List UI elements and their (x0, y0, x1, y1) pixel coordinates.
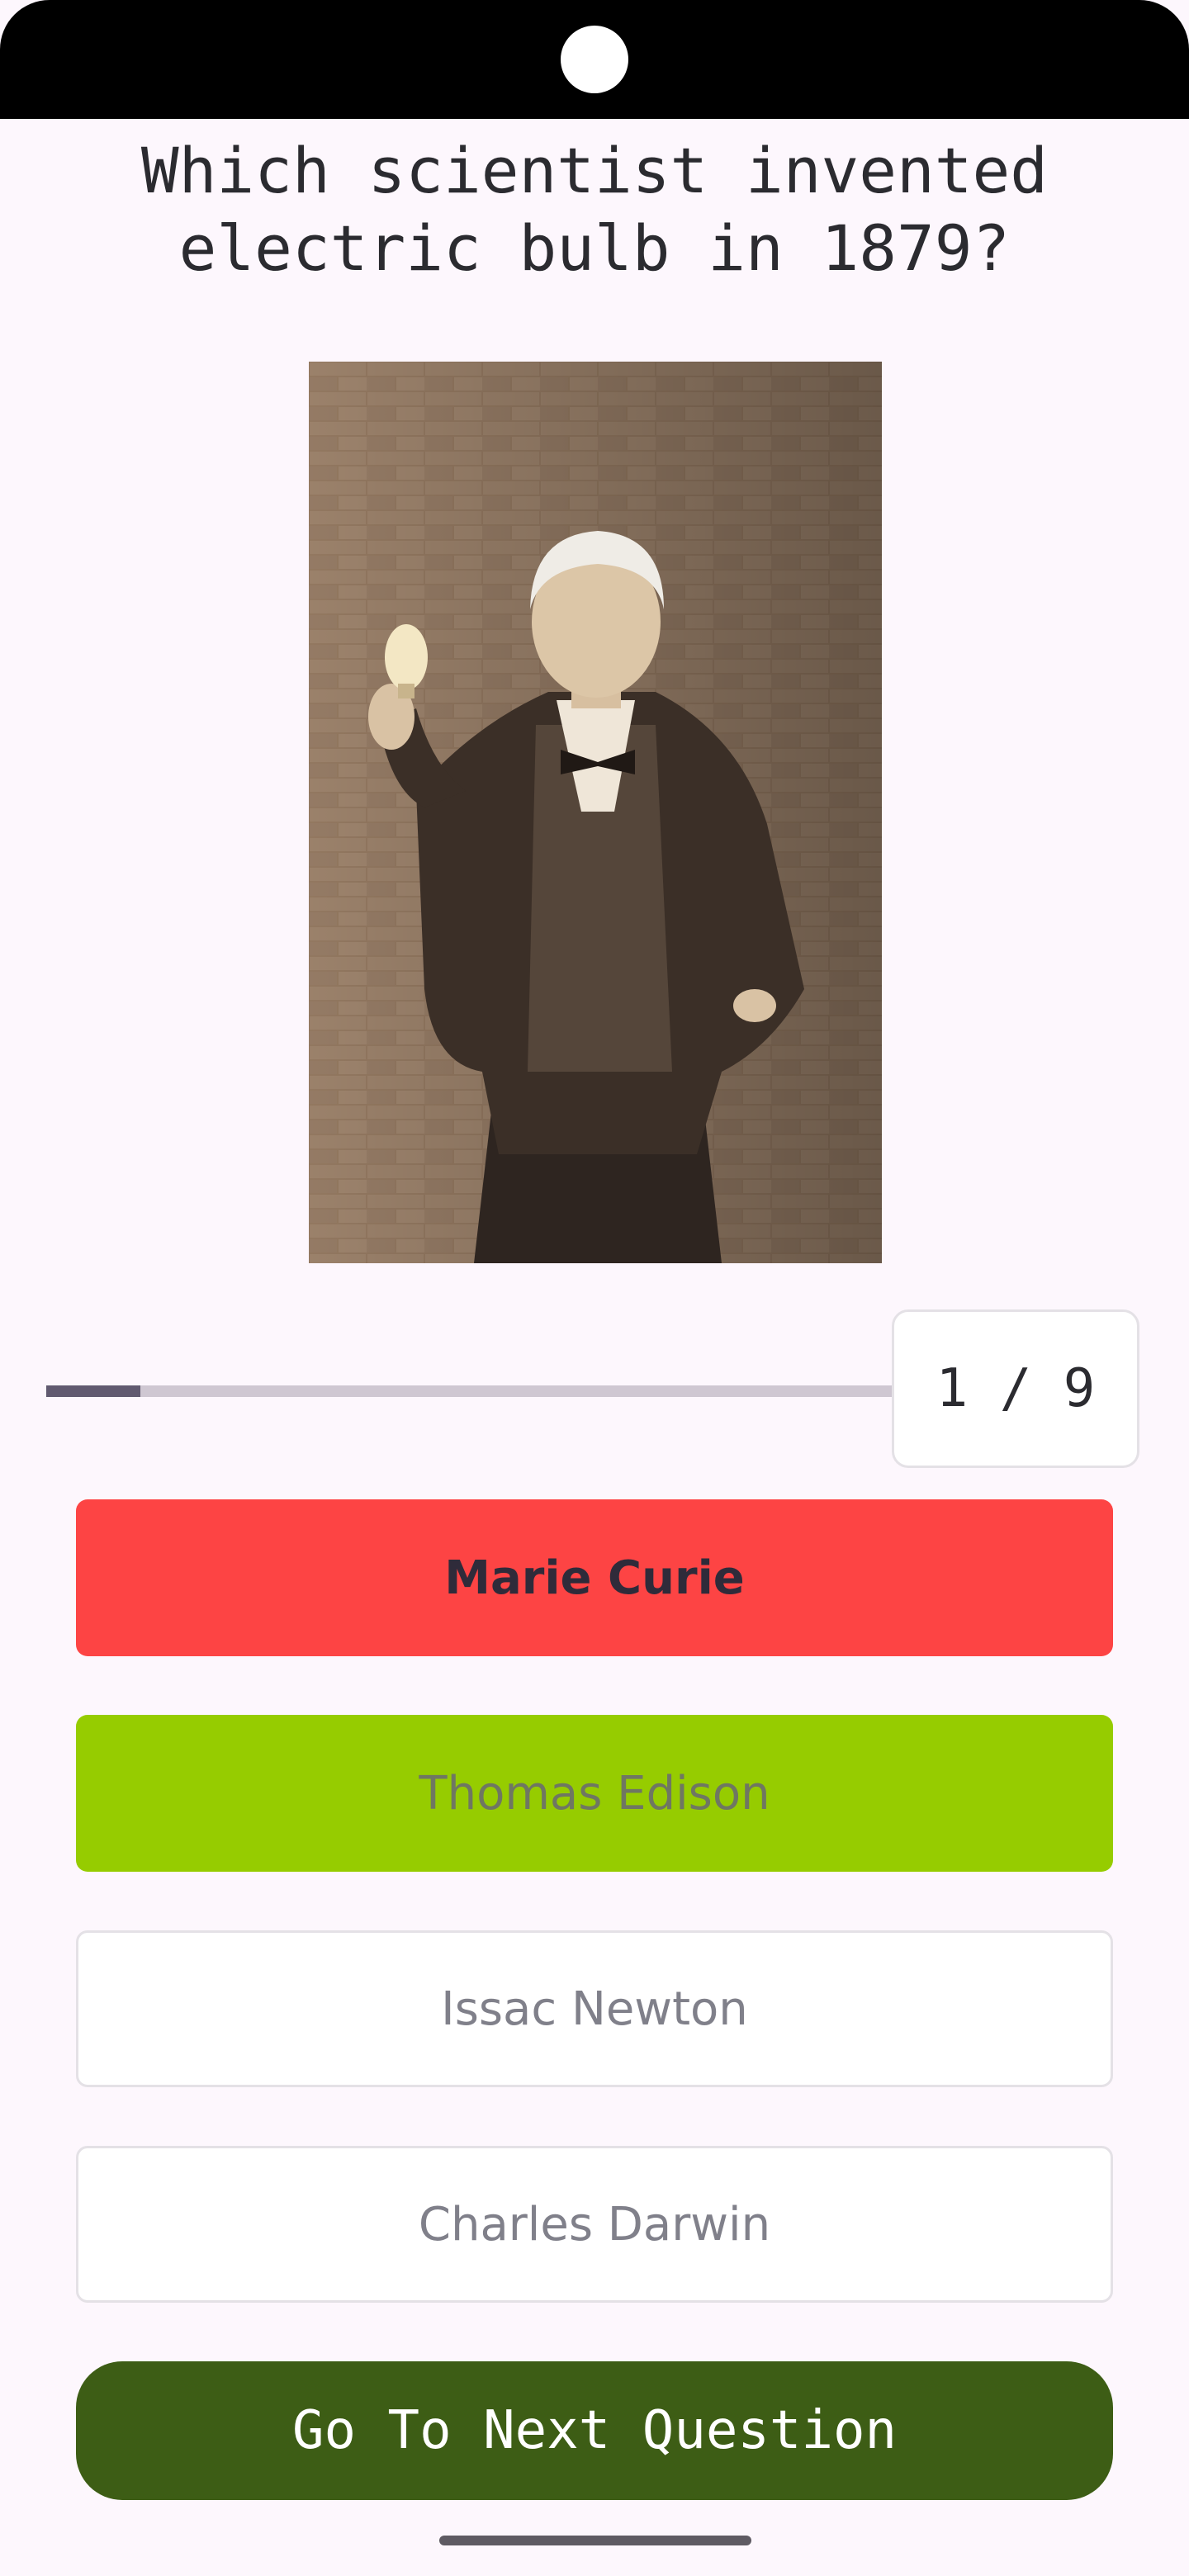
answer-option-marie-curie[interactable]: Marie Curie (76, 1499, 1113, 1656)
answer-option-thomas-edison[interactable]: Thomas Edison (76, 1715, 1113, 1872)
question-counter: 1 / 9 (892, 1309, 1139, 1468)
scientist-portrait-image (309, 362, 882, 1263)
answer-option-issac-newton[interactable]: Issac Newton (76, 1930, 1113, 2087)
answer-option-charles-darwin[interactable]: Charles Darwin (76, 2146, 1113, 2303)
progress-bar (46, 1385, 892, 1397)
progress-bar-fill (46, 1385, 140, 1397)
status-bar (0, 0, 1189, 119)
next-question-button[interactable]: Go To Next Question (76, 2361, 1113, 2500)
question-text: Which scientist invented electric bulb i… (140, 134, 1049, 285)
camera-cutout (561, 26, 628, 93)
home-indicator (439, 2536, 751, 2545)
